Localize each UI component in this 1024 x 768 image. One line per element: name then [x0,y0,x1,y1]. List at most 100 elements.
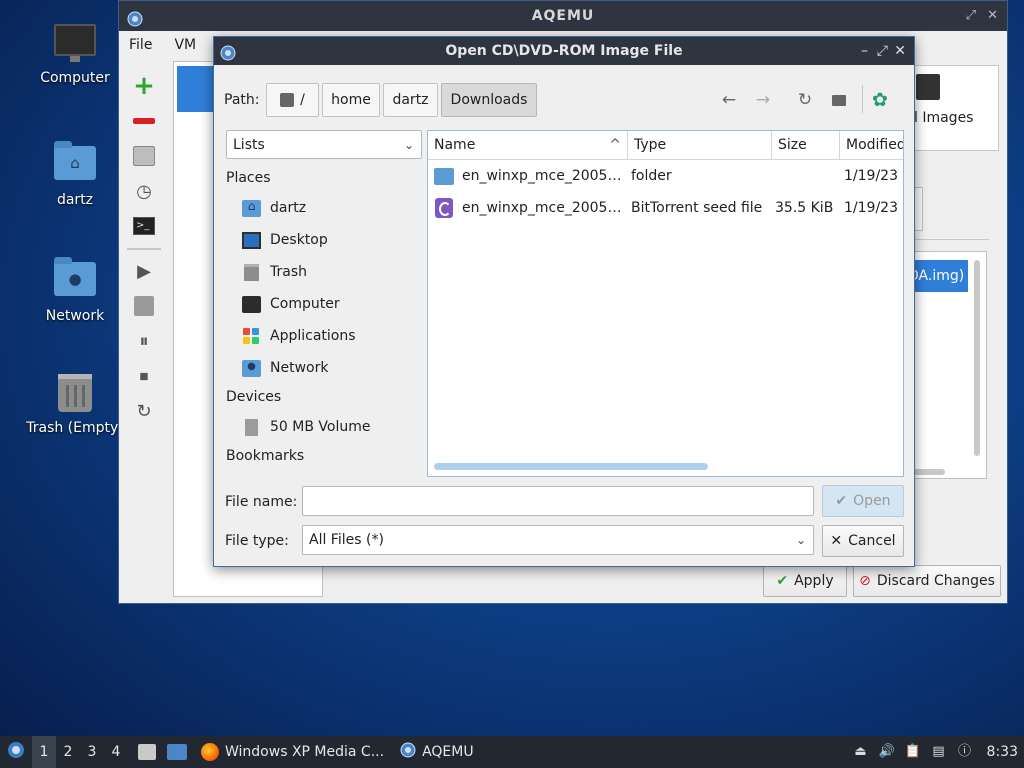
applications-icon [242,327,261,345]
aqemu-titlebar[interactable]: AQEMU ⤢ ✕ [119,1,1007,31]
open-image-dialog: Open CD\DVD-ROM Image File – ⤢ ✕ Path: /… [213,36,915,567]
vertical-scrollbar[interactable] [974,260,980,456]
sidebar-mode-select[interactable]: Lists ⌄ [226,130,422,159]
sidebar-item-applications[interactable]: Applications [226,320,426,352]
show-desktop-icon[interactable] [167,744,187,760]
task-label: AQEMU [422,744,474,760]
menu-vm[interactable]: VM [174,31,196,59]
breadcrumb-home[interactable]: home [322,83,380,117]
desktop-icon-label: Computer [40,70,110,86]
file-name: en_winxp_mce_2005… [462,168,622,184]
apply-button[interactable]: ✔ Apply [763,565,847,597]
sidebar-item-desktop[interactable]: Desktop [226,224,426,256]
file-name-cell: en_winxp_mce_2005… [428,167,628,185]
desktop-icon-label: dartz [56,192,94,208]
forward-arrow-icon[interactable]: → [752,89,774,111]
breadcrumb-label: dartz [392,92,429,108]
eject-icon[interactable]: ⏏ [853,744,869,760]
desktop-icon-trash[interactable]: Trash (Empty) [20,374,130,436]
workspace-4[interactable]: 4 [104,736,128,768]
breadcrumb-downloads[interactable]: Downloads [441,83,537,117]
column-modified[interactable]: Modified [840,131,903,159]
new-folder-icon[interactable] [828,89,850,111]
sidebar-item-network[interactable]: Network [226,352,426,384]
close-icon: ✕ [830,533,843,549]
column-name[interactable]: Name ^ [428,131,628,159]
sidebar-item-volume[interactable]: 50 MB Volume [226,411,426,443]
column-size[interactable]: Size [772,131,840,159]
places-header: Places [226,170,271,186]
dialog-titlebar[interactable]: Open CD\DVD-ROM Image File – ⤢ ✕ [214,37,914,65]
sidebar-item-dartz[interactable]: dartz [226,192,426,224]
close-icon[interactable]: ✕ [987,1,999,31]
reload-icon[interactable]: ↻ [794,89,816,111]
breadcrumb-dartz[interactable]: dartz [383,83,438,117]
add-vm-icon[interactable]: + [130,71,158,101]
file-list[interactable]: Name ^ Type Size Modified en_winxp_mce_2… [427,130,904,477]
horizontal-scrollbar[interactable] [434,463,708,470]
dialog-title: Open CD\DVD-ROM Image File [445,43,683,59]
file-modified: 1/19/23 8 [844,168,903,184]
file-name-label: File name: [225,494,298,510]
hard-disk-icon[interactable] [130,142,158,170]
aqemu-logo-icon [220,43,236,71]
start-menu-button[interactable] [0,736,32,768]
desktop-icon-network[interactable]: ● Network [20,257,130,324]
column-label: Type [634,137,667,153]
clock[interactable]: 8:33 [987,744,1018,760]
reset-icon[interactable]: ↻ [130,397,158,425]
sidebar-item-computer[interactable]: Computer [226,288,426,320]
file-type-label: File type: [225,533,289,549]
computer-icon [242,295,261,313]
terminal-icon[interactable]: >_ [130,212,158,240]
checkmark-icon: ✔ [835,493,848,509]
volume-icon[interactable]: 🔊 [879,744,895,760]
notification-icon[interactable]: ⓘ [957,744,973,760]
task-aqemu[interactable]: AQEMU [392,736,482,768]
app-icon[interactable]: ✿ [869,89,891,111]
workspace-3[interactable]: 3 [80,736,104,768]
file-type-select[interactable]: All Files (*) ⌄ [302,525,814,555]
task-firefox[interactable]: Windows XP Media C... [193,736,392,768]
column-type[interactable]: Type [628,131,772,159]
desktop-icon-computer[interactable]: Computer [20,24,130,86]
remove-vm-icon[interactable] [130,107,158,135]
task-label: Windows XP Media C... [225,744,385,760]
maximize-icon[interactable]: ⤢ [966,1,977,31]
file-row[interactable]: en_winxp_mce_2005… folder 1/19/23 8 [428,160,903,192]
workspace-2[interactable]: 2 [56,736,80,768]
images-panel[interactable]: l Images [901,65,999,151]
column-label: Name [434,137,476,153]
workspace-1[interactable]: 1 [32,736,56,768]
cancel-button[interactable]: ✕ Cancel [822,525,904,557]
desktop-icon [242,231,261,249]
column-label: Modified [846,137,903,153]
file-type: BitTorrent seed file [631,200,763,216]
clipboard-icon[interactable]: 📋 [905,744,921,760]
network-folder-icon [242,359,261,377]
file-manager-launcher-icon[interactable] [138,744,156,760]
windows-xp-vm-icon[interactable] [177,66,217,112]
minimize-icon[interactable]: – [861,37,868,65]
home-folder-icon [242,199,261,217]
devices-header: Devices [226,389,282,405]
discard-changes-button[interactable]: ⊘ Discard Changes [853,565,1001,597]
save-icon[interactable] [130,292,158,320]
sidebar-item-label: Applications [270,328,356,344]
play-icon[interactable]: ▶ [130,257,158,285]
stop-icon[interactable]: ⏹ [130,362,158,390]
sidebar-item-label: Trash [270,264,307,280]
clock-icon[interactable]: ◷ [130,177,158,205]
sidebar-item-trash[interactable]: Trash [226,256,426,288]
breadcrumb-root[interactable]: / [266,83,319,117]
maximize-icon[interactable]: ⤢ [877,37,888,65]
back-arrow-icon[interactable]: ← [718,89,740,111]
network-status-icon[interactable]: ▤ [931,744,947,760]
open-button[interactable]: ✔ Open [822,485,904,517]
close-icon[interactable]: ✕ [894,37,906,65]
sort-ascending-icon: ^ [609,137,621,153]
pause-icon[interactable]: ⏸ [130,327,158,355]
file-name-input[interactable] [302,486,814,516]
desktop-icon-dartz[interactable]: ⌂ dartz [20,141,130,208]
file-row[interactable]: en_winxp_mce_2005… BitTorrent seed file … [428,192,903,224]
